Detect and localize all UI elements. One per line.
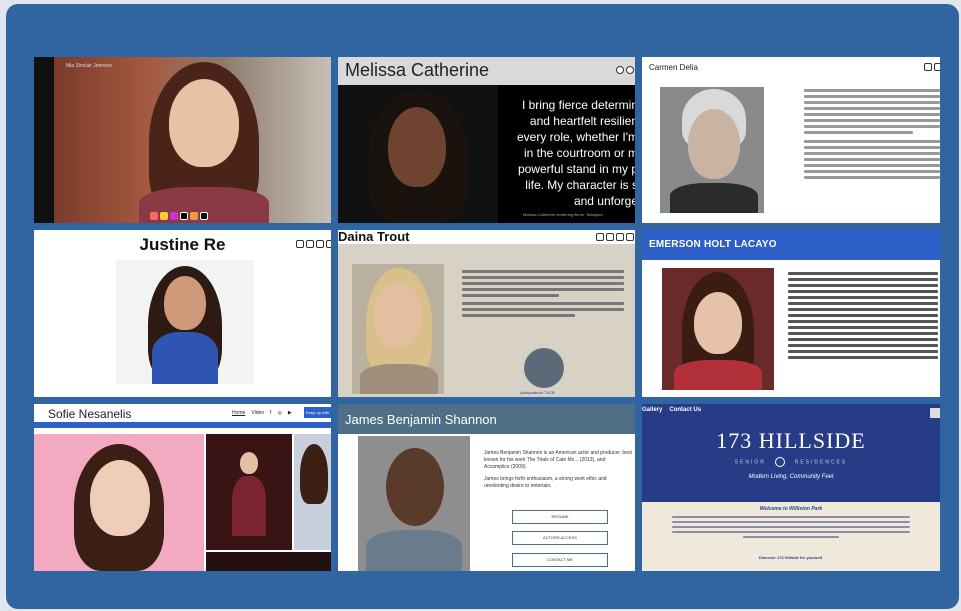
headshot-photo xyxy=(660,87,764,213)
header-bar: James Benjamin Shannon xyxy=(338,404,635,434)
portfolio-tile-melissa[interactable]: Melissa Catherine I bring fierce determi… xyxy=(338,57,635,223)
seal-icon xyxy=(775,457,786,467)
social-icons-row[interactable] xyxy=(150,212,208,220)
headshot-photo xyxy=(662,268,774,390)
headshot-photo xyxy=(358,436,470,571)
site-title: Sofie Nesanelis xyxy=(48,407,132,421)
site-title: Daina Trout xyxy=(338,230,410,244)
portfolio-tile-james[interactable]: James Benjamin Shannon James Benjamin Sh… xyxy=(338,404,635,571)
hero-quote: I bring fierce determin and heartfelt res… xyxy=(516,98,635,208)
contact-me-button[interactable]: CONTACT ME xyxy=(512,553,608,567)
headshot-photo xyxy=(116,260,254,384)
portfolio-tile-sofie[interactable]: Sofie Nesanelis Home Video f ◎ ▶ Keep up… xyxy=(34,404,331,571)
bio-text: James Benjamin Shannon is an American ac… xyxy=(484,450,632,489)
hero-banner: I bring fierce determin and heartfelt res… xyxy=(338,85,635,223)
resume-button[interactable]: RESUME xyxy=(512,510,608,524)
menu-button[interactable] xyxy=(930,408,940,418)
portfolio-tile-daina[interactable]: Daina Trout @daynatrout TVCB xyxy=(338,230,635,397)
portfolio-tile-hillside[interactable]: Gallery Contact Us 173 HILLSIDE SENIOR R… xyxy=(642,404,940,571)
youtube-icon[interactable]: ▶ xyxy=(288,410,292,416)
headshot-photo xyxy=(352,264,444,394)
portfolio-tile-carmen[interactable]: Carmen Delia xyxy=(642,57,940,223)
watermark-text: Mia Sinclair Jenness xyxy=(66,63,112,69)
tagline: Modern Living, Community Feel xyxy=(748,474,834,480)
social-icons[interactable] xyxy=(924,63,940,71)
social-icons[interactable] xyxy=(296,240,331,248)
gallery-photo[interactable] xyxy=(206,434,292,550)
cta-link[interactable]: Discover 173 Hillside for yourself. xyxy=(642,555,940,560)
bio-text xyxy=(788,272,938,362)
site-title: EMERSON HOLT LACAYO xyxy=(649,239,777,250)
social-icons[interactable] xyxy=(616,66,634,74)
site-title: Carmen Delia xyxy=(649,63,698,72)
nav-contact[interactable]: Contact Us xyxy=(669,407,701,413)
site-title: James Benjamin Shannon xyxy=(345,412,497,427)
nav-gallery[interactable]: Gallery xyxy=(642,407,662,413)
instagram-icon[interactable]: ◎ xyxy=(277,410,281,416)
nav-bar[interactable]: Gallery Contact Us xyxy=(642,407,701,413)
portfolio-tile-justine[interactable]: Justine Re xyxy=(34,230,331,397)
welcome-text xyxy=(672,516,910,541)
header-stripe xyxy=(34,422,331,428)
site-title: Melissa Catherine xyxy=(345,60,490,80)
social-link[interactable]: @daynatrout TVCB xyxy=(520,390,555,395)
headshot-photo xyxy=(34,434,204,571)
welcome-section: Welcome to Williston Park Discover 173 H… xyxy=(642,502,940,571)
site-title: Justine Re xyxy=(139,235,226,254)
gallery-photo[interactable] xyxy=(206,552,331,571)
gallery-photo[interactable] xyxy=(294,434,331,550)
bio-text xyxy=(462,270,624,320)
nav-video[interactable]: Video xyxy=(251,410,264,416)
bio-text xyxy=(804,89,940,182)
nav-bar[interactable]: Home Video f ◎ ▶ xyxy=(232,410,292,416)
actors-access-button[interactable]: ACTORS ACCESS xyxy=(512,531,608,545)
headshot-photo xyxy=(54,57,331,223)
hero-subtitle: SENIOR RESIDENCES xyxy=(642,457,940,467)
caption: Melissa Catherine rendering fierce, 'Mar… xyxy=(523,212,604,217)
avatar xyxy=(524,348,564,388)
nav-home[interactable]: Home xyxy=(232,410,245,416)
portfolio-tile-emerson[interactable]: EMERSON HOLT LACAYO xyxy=(642,230,940,397)
welcome-heading: Welcome to Williston Park xyxy=(759,506,823,512)
facebook-icon[interactable]: f xyxy=(270,410,271,416)
social-icons[interactable] xyxy=(596,233,634,241)
header-bar: EMERSON HOLT LACAYO xyxy=(642,230,940,260)
hero-title: 173 HILLSIDE xyxy=(716,428,866,453)
portfolio-tile-mia[interactable]: Mia Sinclair Jenness xyxy=(34,57,331,223)
keep-up-button[interactable]: Keep up with xyxy=(304,407,331,418)
